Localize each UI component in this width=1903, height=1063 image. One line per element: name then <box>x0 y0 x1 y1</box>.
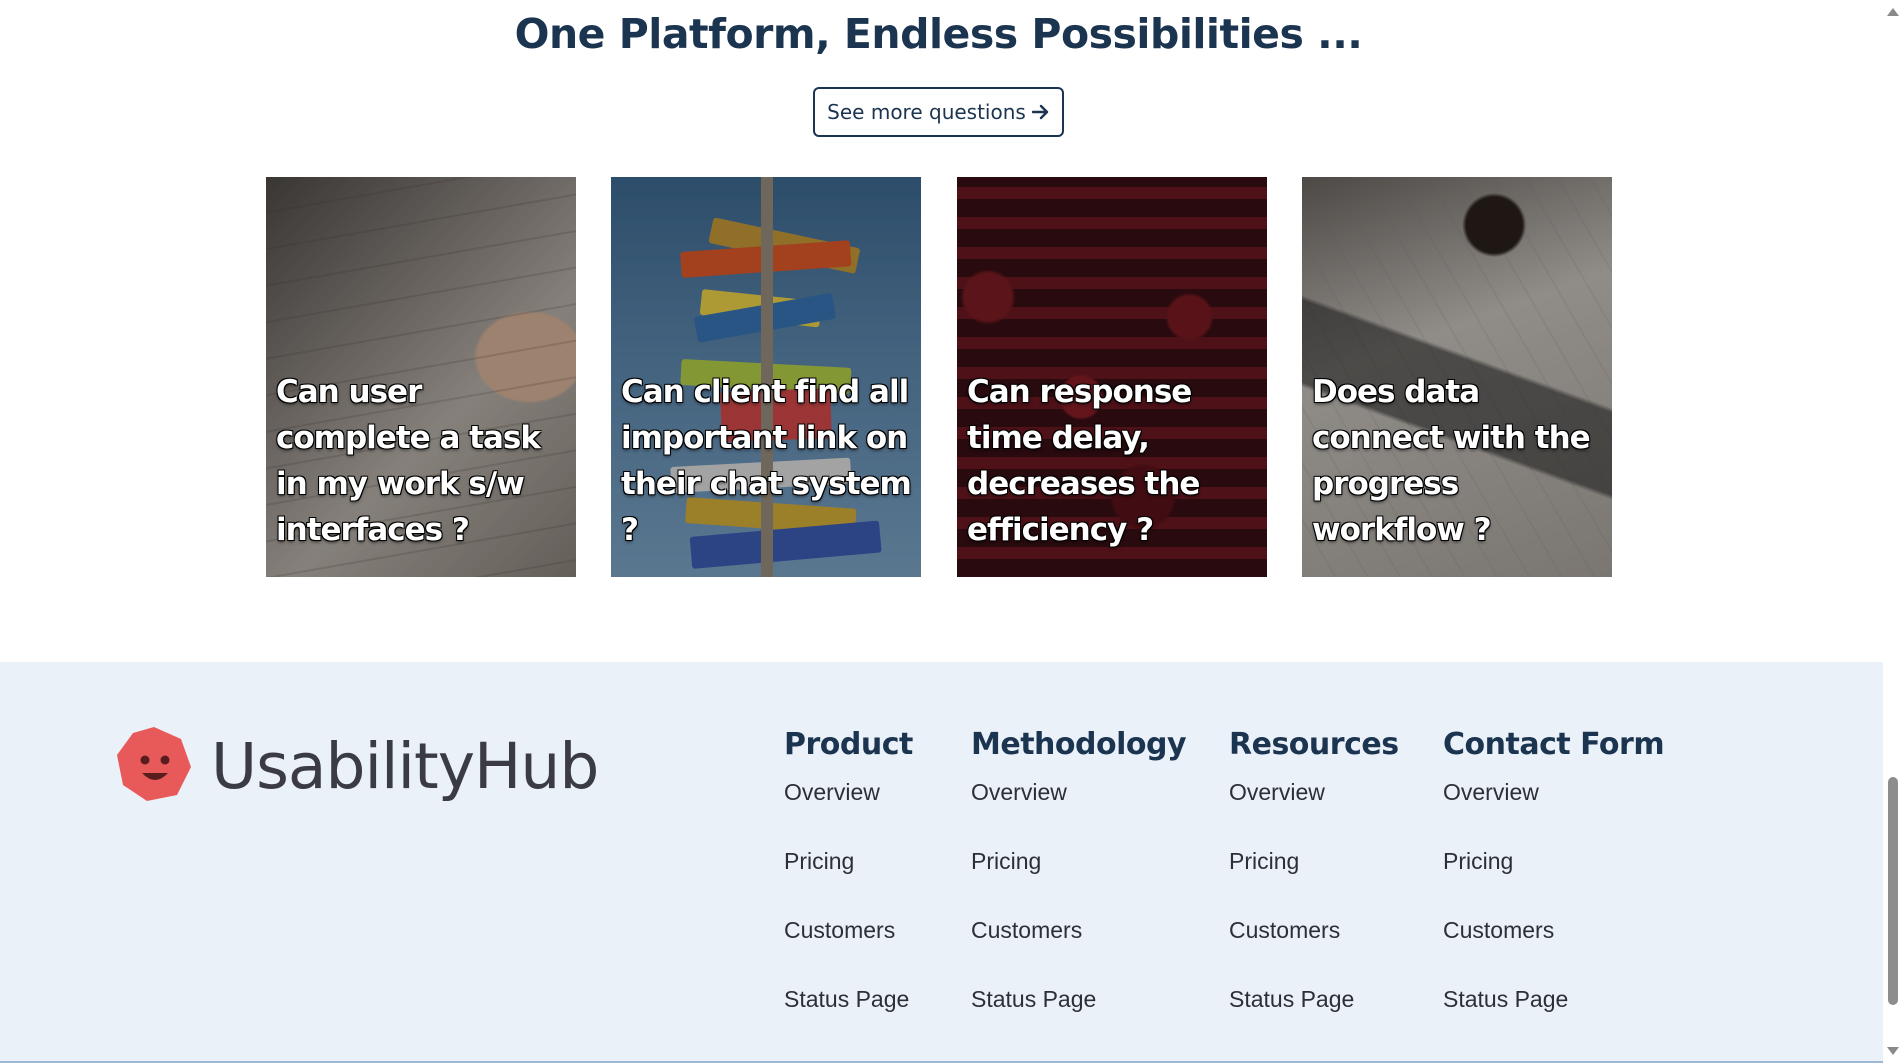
footer-link-status-page[interactable]: Status Page <box>1443 986 1568 1012</box>
footer-link-pricing[interactable]: Pricing <box>1443 848 1513 874</box>
arrow-right-icon <box>1031 104 1050 120</box>
brand-logo[interactable]: UsabilityHub <box>115 725 599 807</box>
usabilityhub-logo-icon <box>115 725 193 807</box>
footer-link-overview[interactable]: Overview <box>1229 779 1325 805</box>
footer-link-status-page[interactable]: Status Page <box>784 986 909 1012</box>
question-card[interactable]: Can client find all important link on th… <box>611 177 921 577</box>
footer-link-status-page[interactable]: Status Page <box>971 986 1096 1012</box>
footer-link-overview[interactable]: Overview <box>1443 779 1539 805</box>
card-caption: Does data connect with the progress work… <box>1312 374 1591 548</box>
footer-column-title: Methodology <box>971 727 1187 762</box>
footer-column-title: Resources <box>1229 727 1399 762</box>
see-more-label: See more questions <box>827 100 1026 124</box>
question-card[interactable]: Can user complete a task in my work s/w … <box>266 177 576 577</box>
footer-column-title: Contact Form <box>1443 727 1665 762</box>
footer-link-overview[interactable]: Overview <box>971 779 1067 805</box>
footer-column-methodology: Methodology Overview Pricing Customers S… <box>971 727 1187 1055</box>
scrollbar-thumb[interactable] <box>1888 777 1898 1005</box>
see-more-questions-button[interactable]: See more questions <box>813 87 1064 137</box>
page: One Platform, Endless Possibilities ... … <box>0 0 1883 1063</box>
scroll-down-icon[interactable] <box>1887 1047 1899 1055</box>
footer-column-title: Product <box>784 727 913 762</box>
footer-column-product: Product Overview Pricing Customers Statu… <box>784 727 913 1055</box>
question-cards: Can user complete a task in my work s/w … <box>266 177 1612 577</box>
card-caption: Can client find all important link on th… <box>621 374 912 548</box>
footer-column-resources: Resources Overview Pricing Customers Sta… <box>1229 727 1399 1055</box>
footer-link-customers[interactable]: Customers <box>1229 917 1340 943</box>
footer-link-customers[interactable]: Customers <box>784 917 895 943</box>
card-caption: Can user complete a task in my work s/w … <box>276 374 541 548</box>
footer-link-customers[interactable]: Customers <box>1443 917 1554 943</box>
footer-link-pricing[interactable]: Pricing <box>1229 848 1299 874</box>
footer: UsabilityHub Product Overview Pricing Cu… <box>0 662 1883 1063</box>
question-card[interactable]: Can response time delay, decreases the e… <box>957 177 1267 577</box>
footer-link-pricing[interactable]: Pricing <box>784 848 854 874</box>
footer-link-status-page[interactable]: Status Page <box>1229 986 1354 1012</box>
scroll-up-icon[interactable] <box>1887 8 1899 16</box>
footer-link-customers[interactable]: Customers <box>971 917 1082 943</box>
section-title: One Platform, Endless Possibilities ... <box>514 10 1363 58</box>
footer-link-pricing[interactable]: Pricing <box>971 848 1041 874</box>
footer-link-overview[interactable]: Overview <box>784 779 880 805</box>
brand-name: UsabilityHub <box>211 729 599 803</box>
card-caption: Can response time delay, decreases the e… <box>967 374 1200 548</box>
vertical-scrollbar[interactable] <box>1883 0 1903 1063</box>
footer-column-contact-form: Contact Form Overview Pricing Customers … <box>1443 727 1665 1055</box>
question-card[interactable]: Does data connect with the progress work… <box>1302 177 1612 577</box>
